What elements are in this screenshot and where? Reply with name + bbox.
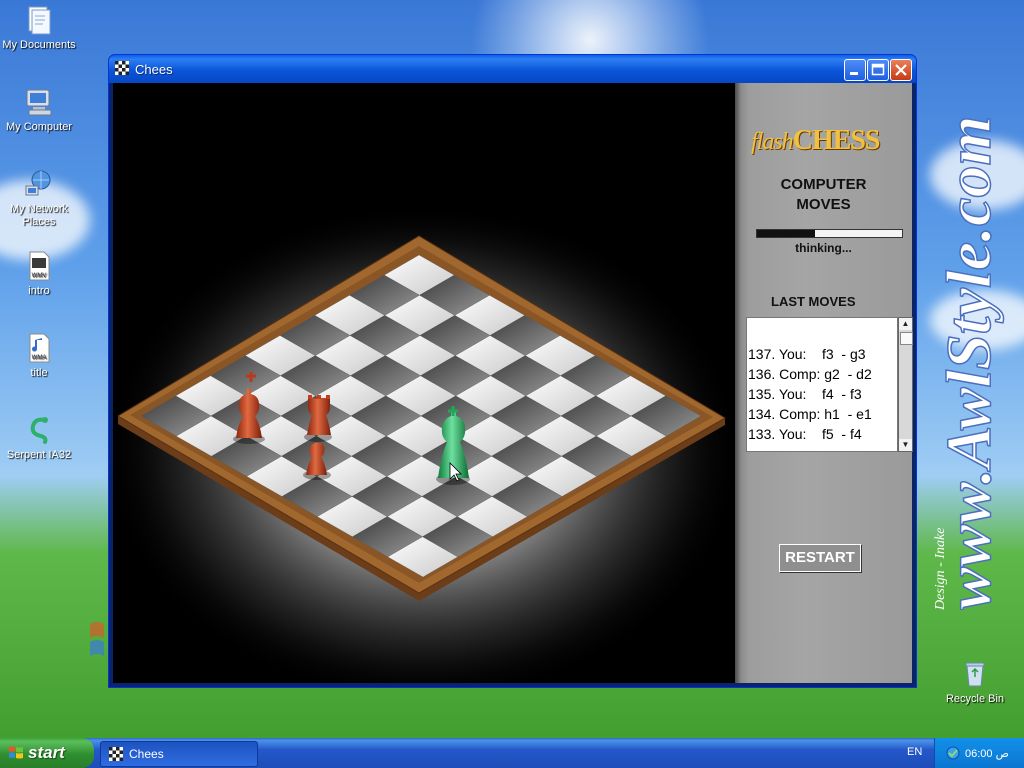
taskbar: start Chees EN 06:00 ص [0, 738, 1024, 768]
chessboard-app-icon [115, 61, 129, 75]
thinking-progress-bar [756, 229, 903, 238]
logo-italic-text: flash [751, 129, 794, 155]
progress-fill [757, 230, 815, 237]
windows-flag-icon [9, 746, 23, 759]
desktop-icon-label: intro [28, 285, 50, 297]
watermark-small-text: Design - Inake [933, 528, 948, 610]
system-tray: 06:00 ص [934, 738, 1024, 768]
close-icon [895, 64, 907, 76]
minimize-icon [850, 72, 858, 75]
start-label: start [28, 743, 65, 762]
network-tray-icon[interactable] [946, 746, 960, 760]
desktop-icon-intro[interactable]: WMV intro [0, 250, 78, 298]
desktop-icon-network-places[interactable]: My Network Places [0, 168, 78, 229]
last-moves-title: LAST MOVES [771, 294, 856, 309]
network-places-icon [25, 170, 51, 196]
chess-board-scene [103, 203, 743, 703]
thinking-label: thinking... [795, 241, 852, 255]
desktop-icon-label: My Documents [2, 39, 76, 51]
start-button[interactable]: start [0, 738, 94, 768]
window-titlebar[interactable]: Chees [109, 55, 916, 83]
desktop-icon-label: title [30, 367, 48, 379]
moves-scrollbar[interactable]: ▲ ▼ [898, 317, 913, 452]
wmv-file-icon: WMV [29, 251, 50, 281]
chessboard-app-icon [109, 747, 123, 761]
moves-list[interactable]: 137. You: f3 - g3 136. Comp: g2 - d2 135… [746, 317, 898, 452]
taskbar-item-label: Chees [129, 747, 164, 761]
scrollbar-thumb[interactable] [900, 332, 913, 345]
move-item: 136. Comp: g2 - d2 [748, 366, 872, 382]
desktop-icon-title[interactable]: WMA title [0, 332, 78, 380]
desktop-icon-serpent[interactable]: Serpent IA32 [0, 414, 78, 462]
svg-text:WMA: WMA [32, 355, 47, 361]
game-client-area: flashCHESS COMPUTER MOVES thinking... LA… [103, 83, 913, 703]
chess-window: Chees flashCHESS COMPUTER MOVES thinking… [103, 54, 917, 703]
wma-file-icon: WMA [29, 333, 50, 363]
restart-button[interactable]: RESTART [779, 544, 861, 572]
move-item: 133. You: f5 - f4 [748, 426, 862, 442]
game-side-panel: flashCHESS COMPUTER MOVES thinking... LA… [735, 83, 913, 683]
desktop-icon-recycle-bin[interactable]: Recycle Bin [936, 658, 1014, 706]
move-item: 135. You: f4 - f3 [748, 386, 862, 402]
computer-icon [26, 89, 52, 116]
documents-folder-icon [28, 6, 51, 35]
flash-chess-logo: flashCHESS [751, 125, 881, 157]
move-item: 137. You: f3 - g3 [748, 346, 866, 362]
minimize-button[interactable] [844, 59, 866, 81]
language-indicator[interactable]: EN [907, 746, 922, 758]
scroll-down-arrow-icon[interactable]: ▼ [899, 439, 912, 451]
serpent-icon [30, 417, 48, 444]
desktop-icon-label: My Network Places [9, 203, 69, 228]
logo-bold-text: CHESS [792, 125, 881, 156]
svg-text:WMV: WMV [32, 273, 47, 279]
desktop-icon-my-computer[interactable]: My Computer [0, 86, 78, 134]
desktop-icon-label: Serpent IA32 [6, 449, 72, 461]
status-line-1: COMPUTER [780, 176, 867, 193]
maximize-button[interactable] [867, 59, 889, 81]
taskbar-item-chees[interactable]: Chees [100, 741, 258, 767]
status-label: COMPUTER MOVES [735, 175, 912, 215]
window-title: Chees [135, 62, 173, 77]
scroll-up-arrow-icon[interactable]: ▲ [899, 318, 912, 330]
desktop-icon-my-documents[interactable]: My Documents [0, 4, 78, 52]
move-item: 134. Comp: h1 - e1 [748, 406, 872, 422]
clock[interactable]: 06:00 ص [965, 747, 1009, 760]
desktop-icon-label: My Computer [5, 121, 73, 133]
maximize-icon [871, 63, 885, 76]
board-area [103, 83, 743, 703]
watermark-logo: www.AwlStyle.com Design - Inake [932, 115, 1005, 610]
windows-logo-watermark [90, 622, 104, 656]
status-line-2: MOVES [796, 196, 851, 213]
desktop-icon-label: Recycle Bin [945, 693, 1005, 705]
close-button[interactable] [890, 59, 912, 81]
recycle-bin-icon [965, 662, 985, 687]
